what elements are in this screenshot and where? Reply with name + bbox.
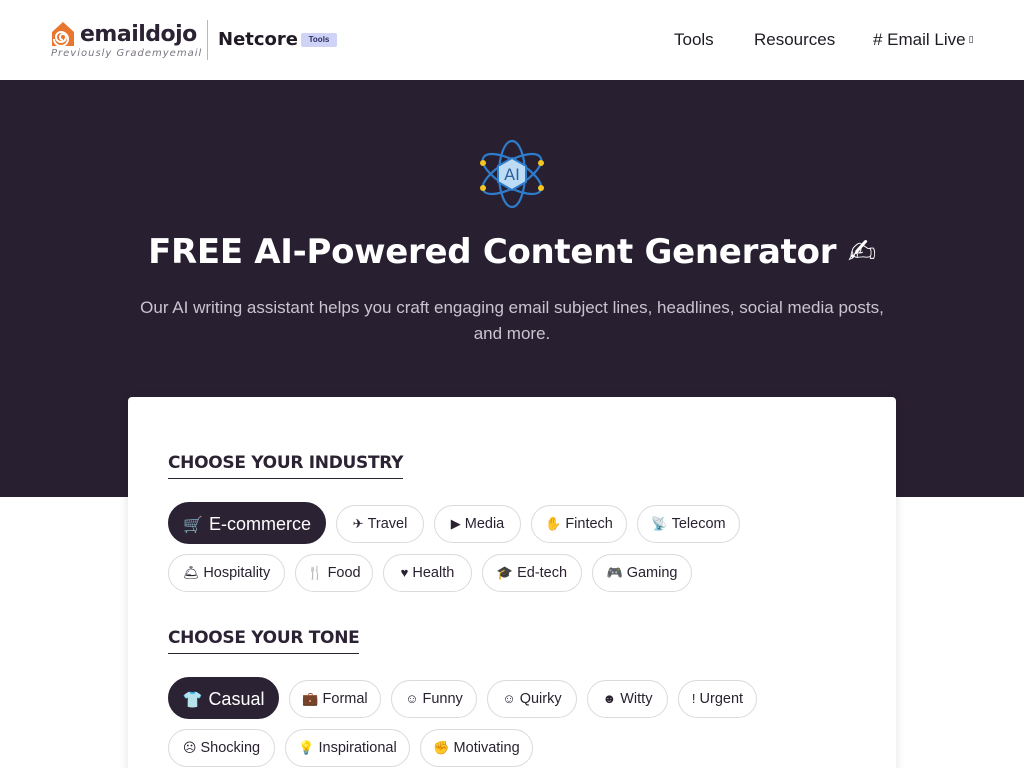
concierge-bell-icon: 🛎 — [182, 565, 200, 580]
smile-wink-icon: ☻ — [602, 691, 617, 706]
graduation-cap-icon: 🎓 — [496, 565, 514, 580]
site-header: emaildojo Previously Grademyemail Netcor… — [0, 0, 1024, 80]
tone-shocking-label: Shocking — [200, 740, 261, 756]
ai-atom-icon: AI — [480, 139, 544, 209]
tone-quirky[interactable]: ☺ Quirky — [487, 680, 577, 718]
plane-icon: ✈ — [352, 516, 364, 531]
industry-media-label: Media — [464, 516, 505, 532]
tone-inspirational[interactable]: 💡 Inspirational — [285, 729, 410, 767]
logo-text: emaildojo — [80, 22, 197, 47]
industry-gaming-label: Gaming — [626, 565, 678, 581]
spiral-house-icon — [52, 22, 74, 47]
logo-divider — [207, 20, 208, 60]
industry-travel[interactable]: ✈ Travel — [336, 505, 424, 543]
nav-resources[interactable]: Resources — [754, 29, 835, 51]
industry-telecom[interactable]: 📡 Telecom — [637, 505, 740, 543]
industry-fintech-label: Fintech — [565, 516, 613, 532]
tone-quirky-label: Quirky — [519, 691, 562, 707]
hero-description: Our AI writing assistant helps you craft… — [140, 298, 884, 343]
tools-badge: Tools — [301, 33, 337, 47]
gamepad-icon: 🎮 — [606, 565, 623, 580]
surprise-icon: ☹ — [182, 740, 197, 755]
industry-health-label: Health — [412, 565, 455, 581]
tone-witty[interactable]: ☻ Witty — [587, 680, 668, 718]
exclamation-icon: ! — [691, 691, 696, 706]
industry-telecom-label: Telecom — [671, 516, 726, 532]
generator-card: CHOOSE YOUR INDUSTRY 🛒 E-commerce ✈ Travel… — [128, 397, 896, 768]
industry-travel-label: Travel — [367, 516, 408, 532]
tone-urgent[interactable]: ! Urgent — [678, 680, 757, 718]
tone-urgent-label: Urgent — [699, 691, 744, 707]
tone-formal-label: Formal — [322, 691, 368, 707]
logo-subtitle: Previously Grademyemail — [51, 48, 203, 59]
tone-casual[interactable]: 👕 Casual — [168, 677, 279, 719]
briefcase-icon: 💼 — [302, 691, 319, 706]
tone-heading: CHOOSE YOUR TONE — [168, 627, 360, 654]
hand-coin-icon: ✋ — [545, 516, 562, 531]
industry-edtech-label: Ed-tech — [517, 565, 568, 581]
fist-icon: ✊ — [433, 740, 450, 755]
tone-motivating-label: Motivating — [453, 740, 520, 756]
industry-media[interactable]: ▶ Media — [434, 505, 521, 543]
tshirt-icon: 👕 — [182, 692, 203, 709]
grin-icon: ☺ — [502, 691, 516, 706]
utensils-icon: 🍴 — [307, 565, 324, 580]
play-circle-icon: ▶ — [450, 516, 461, 531]
industry-hospitality-label: Hospitality — [203, 565, 271, 581]
industry-gaming[interactable]: 🎮 Gaming — [592, 554, 692, 592]
industry-hospitality[interactable]: 🛎 Hospitality — [168, 554, 285, 592]
cart-icon: 🛒 — [183, 517, 203, 534]
tone-formal[interactable]: 💼 Formal — [289, 680, 381, 718]
industry-edtech[interactable]: 🎓 Ed-tech — [482, 554, 582, 592]
external-link-icon: ▯ — [968, 34, 974, 44]
nav-email-live-label: # Email Live — [873, 30, 966, 49]
tone-witty-label: Witty — [620, 691, 653, 707]
heartbeat-icon: ♥ — [400, 565, 409, 580]
industry-food-label: Food — [327, 565, 361, 581]
laugh-icon: ☺ — [405, 691, 419, 706]
lightbulb-icon: 💡 — [298, 740, 315, 755]
emaildojo-logo[interactable]: emaildojo Previously Grademyemail — [50, 20, 203, 62]
ai-icon-label: AI — [504, 165, 520, 184]
page-title: FREE AI-Powered Content Generator ✍ — [148, 232, 876, 272]
nav-tools[interactable]: Tools — [674, 29, 714, 51]
nav-email-live[interactable]: # Email Live ▯ — [873, 29, 974, 51]
tone-shocking[interactable]: ☹ Shocking — [168, 729, 275, 767]
industry-fintech[interactable]: ✋ Fintech — [531, 505, 627, 543]
tone-casual-label: Casual — [208, 689, 265, 709]
tone-motivating[interactable]: ✊ Motivating — [420, 729, 533, 767]
tone-funny-label: Funny — [422, 691, 463, 707]
industry-health[interactable]: ♥ Health — [383, 554, 472, 592]
industry-ecommerce[interactable]: 🛒 E-commerce — [168, 502, 326, 544]
industry-food[interactable]: 🍴 Food — [295, 554, 373, 592]
industry-heading: CHOOSE YOUR INDUSTRY — [168, 452, 403, 479]
tone-inspirational-label: Inspirational — [318, 740, 397, 756]
industry-ecommerce-label: E-commerce — [208, 514, 311, 534]
tone-funny[interactable]: ☺ Funny — [391, 680, 477, 718]
satellite-dish-icon: 📡 — [651, 516, 668, 531]
netcore-logo[interactable]: Netcore — [218, 28, 298, 52]
